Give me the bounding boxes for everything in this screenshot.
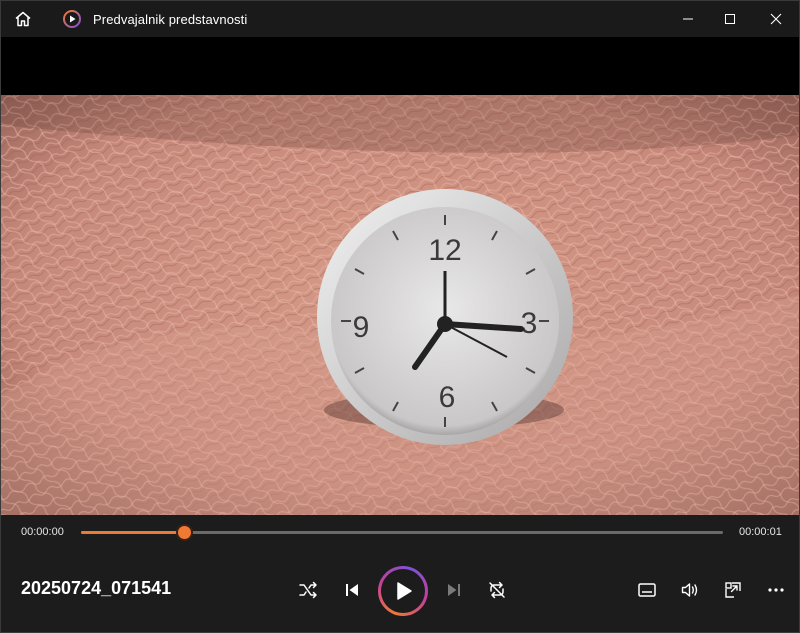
more-button[interactable]	[763, 577, 789, 603]
current-time: 00:00:00	[21, 526, 64, 538]
minimize-icon	[683, 18, 693, 20]
total-time: 00:00:01	[739, 526, 782, 538]
repeat-off-icon	[489, 581, 505, 599]
previous-icon	[346, 584, 358, 596]
volume-button[interactable]	[677, 577, 703, 603]
next-icon	[448, 584, 460, 596]
minimize-button[interactable]	[665, 1, 711, 37]
close-icon	[770, 13, 782, 25]
seek-bar-fill	[81, 531, 184, 534]
clock-numeral-12: 12	[428, 234, 461, 267]
home-button[interactable]	[11, 7, 35, 31]
file-title: 20250724_071541	[21, 578, 172, 598]
next-button[interactable]	[441, 577, 467, 603]
maximize-icon	[725, 14, 735, 24]
shuffle-icon	[299, 581, 317, 599]
window-title: Predvajalnik predstavnosti	[93, 12, 248, 27]
miniplayer-button[interactable]	[720, 577, 746, 603]
shuffle-button[interactable]	[295, 577, 321, 603]
media-player-window: Predvajalnik predstavnosti 12 3 6 9 00:0…	[0, 0, 800, 633]
seek-bar[interactable]	[81, 526, 723, 539]
play-icon	[397, 582, 412, 600]
video-frame[interactable]: 12 3 6 9	[1, 95, 799, 515]
volume-icon	[681, 583, 698, 597]
seek-area: 00:00:00 00:00:01	[1, 515, 799, 545]
clock-numeral-3: 3	[521, 307, 538, 340]
miniplayer-icon	[725, 582, 741, 598]
maximize-button[interactable]	[707, 1, 753, 37]
title-bar: Predvajalnik predstavnosti	[1, 1, 799, 37]
previous-button[interactable]	[339, 577, 365, 603]
seek-thumb[interactable]	[177, 526, 191, 539]
close-button[interactable]	[753, 1, 799, 37]
clock-numeral-6: 6	[439, 381, 456, 414]
play-button[interactable]	[378, 566, 428, 616]
control-bar: 20250724_071541	[1, 545, 799, 632]
repeat-button[interactable]	[484, 577, 510, 603]
clock-numeral-9: 9	[353, 311, 370, 344]
clock-image: 12 3 6 9	[317, 189, 573, 445]
play-button-inner	[381, 569, 425, 613]
media-player-icon	[63, 10, 81, 28]
home-icon	[15, 11, 31, 27]
captions-button[interactable]	[634, 577, 660, 603]
captions-icon	[638, 583, 656, 597]
more-icon	[768, 588, 784, 592]
